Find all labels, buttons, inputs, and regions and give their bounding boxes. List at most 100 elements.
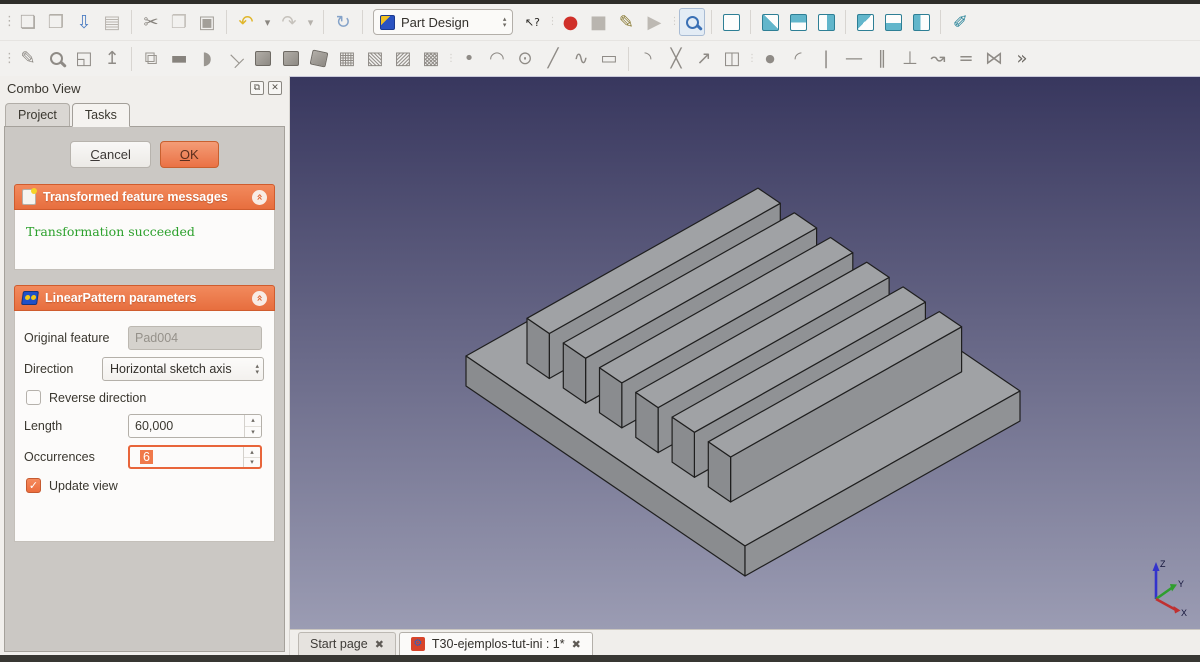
constraint-equal-icon[interactable]: =	[953, 45, 979, 73]
constraint-tangent-arc-icon[interactable]: ◜	[785, 45, 811, 73]
direction-combobox[interactable]: Horizontal sketch axis ▴▾	[102, 357, 264, 381]
mdi-tab-start-page[interactable]: Start page ✖	[298, 632, 396, 655]
mdi-tab-document[interactable]: ⚙ T30-ejemplos-tut-ini : 1* ✖	[399, 632, 593, 655]
combobox-arrows-icon[interactable]: ▴▾	[255, 363, 259, 375]
front-view-icon[interactable]	[757, 8, 783, 36]
constraint-symmetric-icon[interactable]: ⋈	[981, 45, 1007, 73]
macro-stop-icon[interactable]: ■	[585, 8, 611, 36]
external-geometry-icon[interactable]: ↗	[691, 45, 717, 73]
left-view-icon[interactable]	[908, 8, 934, 36]
rectangle-icon[interactable]: ▭	[596, 45, 622, 73]
arc-icon[interactable]: ◠	[484, 45, 510, 73]
constraint-parallel-icon[interactable]: ∥	[869, 45, 895, 73]
constraint-coincident-icon[interactable]: ●	[757, 45, 783, 73]
cancel-button[interactable]: Cancel	[70, 141, 150, 168]
whats-this-icon[interactable]: ↖?	[519, 8, 545, 36]
refresh-icon[interactable]: ↻	[330, 8, 356, 36]
workbench-selector[interactable]: Part Design▴▾	[373, 9, 513, 35]
collapse-messages-icon[interactable]: «	[252, 190, 267, 205]
constraint-tangent-icon[interactable]: ↝	[925, 45, 951, 73]
original-feature-label: Original feature	[24, 331, 128, 345]
mdi-tab-bar: Start page ✖ ⚙ T30-ejemplos-tut-ini : 1*…	[290, 629, 1200, 655]
trim-icon[interactable]: ╳	[663, 45, 689, 73]
toolbar-separator	[628, 47, 629, 71]
open-file-icon[interactable]: ❒	[43, 8, 69, 36]
3d-model[interactable]	[290, 77, 1200, 629]
toolbar-overflow-icon[interactable]: »	[1009, 45, 1035, 73]
close-tab-icon[interactable]: ✖	[375, 638, 384, 651]
ok-button[interactable]: OK	[160, 141, 219, 168]
circle-icon[interactable]: ⊙	[512, 45, 538, 73]
macro-edit-icon[interactable]: ✎	[613, 8, 639, 36]
linear-pattern-header-icon	[21, 291, 39, 305]
paste-icon[interactable]: ▣	[194, 8, 220, 36]
pad-icon[interactable]: ▬	[166, 45, 192, 73]
cut-icon[interactable]: ✂	[138, 8, 164, 36]
datum-plane-icon[interactable]: ⧉	[138, 45, 164, 73]
redo-icon[interactable]: ↷	[276, 8, 302, 36]
chamfer-solid-icon[interactable]	[306, 45, 332, 73]
linear-pattern-icon[interactable]: ▧	[362, 45, 388, 73]
line-icon[interactable]: ╱	[540, 45, 566, 73]
front-view-icon	[762, 14, 779, 31]
toolbar-separator	[750, 10, 751, 34]
measure-icon[interactable]: ✐	[947, 8, 973, 36]
3d-viewport[interactable]: Z Y X	[290, 76, 1200, 629]
carbon-copy-icon[interactable]: ◫	[719, 45, 745, 73]
map-sketch-icon[interactable]: ◱	[71, 45, 97, 73]
occurrences-label: Occurrences	[24, 450, 128, 464]
occurrences-spinbox[interactable]: 6 ▴ ▾	[128, 445, 262, 469]
top-view-icon[interactable]	[785, 8, 811, 36]
constraint-vertical-icon[interactable]: |	[813, 45, 839, 73]
occurrences-spin-buttons[interactable]: ▴ ▾	[243, 447, 260, 467]
close-tab-icon[interactable]: ✖	[572, 638, 581, 651]
new-document-icon[interactable]: ❏	[15, 8, 41, 36]
tab-tasks[interactable]: Tasks	[72, 103, 130, 127]
toolbar-separator: ⋮	[547, 12, 555, 32]
axonometric-view-icon[interactable]	[718, 8, 744, 36]
update-view-checkbox[interactable]: ✓	[26, 478, 41, 493]
polar-pattern-icon[interactable]: ▨	[390, 45, 416, 73]
right-view-icon[interactable]	[813, 8, 839, 36]
rear-view-icon[interactable]	[852, 8, 878, 36]
bottom-view-icon[interactable]	[880, 8, 906, 36]
part-design-workbench-icon	[380, 15, 395, 30]
length-spin-buttons[interactable]: ▴ ▾	[244, 415, 261, 437]
constraint-perpendicular-icon[interactable]: ⊥	[897, 45, 923, 73]
toolbar-separator	[362, 10, 363, 34]
combo-view-title: Combo View	[7, 81, 246, 96]
linear-pattern-group: LinearPattern parameters « Original feat…	[14, 285, 275, 542]
undo-icon[interactable]: ↶	[233, 8, 259, 36]
panel-close-icon[interactable]: ✕	[268, 81, 282, 95]
toolbar2-handle[interactable]: ⋮	[3, 48, 13, 70]
collapse-pattern-icon[interactable]: «	[252, 291, 267, 306]
redo-dropdown-icon[interactable]: ▾	[304, 8, 317, 36]
reverse-direction-checkbox[interactable]	[26, 390, 41, 405]
save-icon[interactable]: ⇩	[71, 8, 97, 36]
undo-dropdown-icon[interactable]: ▾	[261, 8, 274, 36]
mirrored-icon[interactable]: ▦	[334, 45, 360, 73]
length-spinbox[interactable]: 60,000 ▴ ▾	[128, 414, 262, 438]
macro-play-icon[interactable]: ▶	[641, 8, 667, 36]
panel-float-icon[interactable]: ⧉	[250, 81, 264, 95]
toolbar-separator	[323, 10, 324, 34]
multi-transform-icon[interactable]: ▩	[418, 45, 444, 73]
point-icon[interactable]: •	[456, 45, 482, 73]
pushpin-icon[interactable]: ⊤	[216, 39, 254, 77]
constraint-horizontal-icon[interactable]: —	[841, 45, 867, 73]
print-icon[interactable]: ▤	[99, 8, 125, 36]
pad-solid-icon[interactable]	[250, 45, 276, 73]
toolbar-separator	[940, 10, 941, 34]
edit-sketch-icon[interactable]	[43, 45, 69, 73]
direction-label: Direction	[24, 362, 102, 376]
toolbar1-handle[interactable]: ⋮	[3, 11, 13, 33]
fillet-icon[interactable]: ◝	[635, 45, 661, 73]
pocket-solid-icon[interactable]	[278, 45, 304, 73]
copy-icon[interactable]: ❐	[166, 8, 192, 36]
new-sketch-icon[interactable]: ✎	[15, 45, 41, 73]
leave-sketch-icon[interactable]: ↥	[99, 45, 125, 73]
polyline-icon[interactable]: ∿	[568, 45, 594, 73]
macro-record-icon[interactable]: ●	[557, 8, 583, 36]
fit-all-icon[interactable]	[679, 8, 705, 36]
tab-project[interactable]: Project	[5, 103, 70, 126]
